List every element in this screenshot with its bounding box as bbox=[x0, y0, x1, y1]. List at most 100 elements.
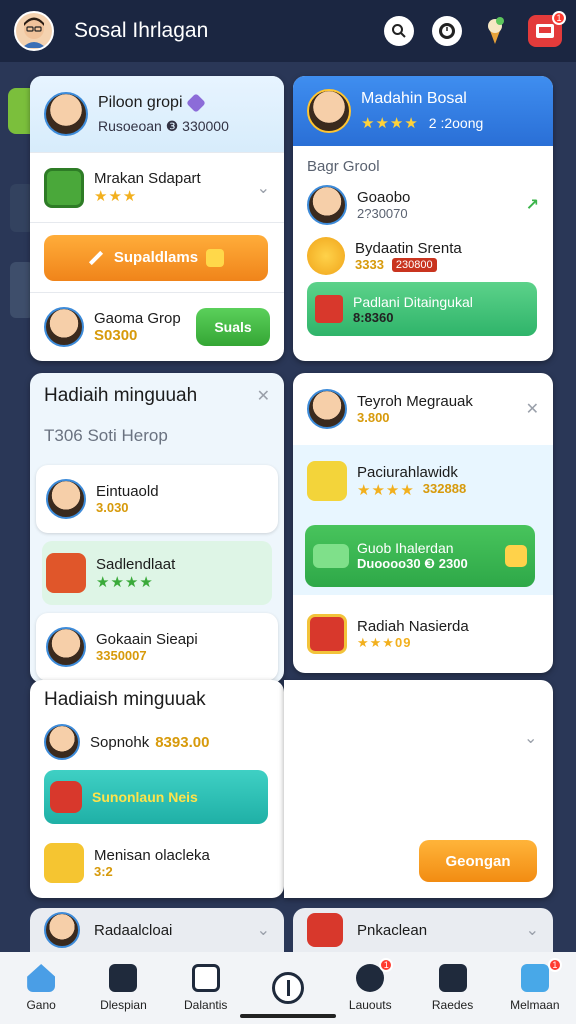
member-avatar bbox=[46, 627, 86, 667]
group-subtitle: Rusoeoan ❸ 330000 bbox=[98, 117, 229, 134]
close-icon[interactable]: ✕ bbox=[526, 399, 539, 419]
promo-wrap: Sunonlaun Neis bbox=[30, 764, 284, 830]
item-title: Sopnohk bbox=[90, 733, 150, 751]
item-title: Radaalcloai bbox=[94, 921, 173, 939]
promo-wrap: Padlani Ditaingukal 8:8360 bbox=[293, 282, 553, 336]
trend-up-icon: ↗ bbox=[525, 197, 539, 214]
section-header: Bagr Grool bbox=[293, 146, 553, 180]
list-item[interactable]: Teyroh Megrauak 3.800 ✕ bbox=[293, 373, 553, 445]
nav-item-home[interactable]: Gano bbox=[0, 964, 82, 1012]
inbox-icon bbox=[536, 24, 554, 38]
close-icon[interactable]: ✕ bbox=[257, 386, 270, 406]
weekly-subtitle-row: T306 Soti Herop bbox=[30, 419, 284, 453]
promo-value: Duoooo30 ❸ 2300 bbox=[357, 556, 468, 571]
list-item[interactable]: Sopnohk 8393.00 bbox=[30, 720, 284, 764]
primary-button[interactable]: Supaldlams bbox=[44, 234, 268, 281]
user-avatar[interactable] bbox=[14, 11, 54, 51]
member-avatar bbox=[44, 912, 80, 948]
gift-box-icon bbox=[307, 913, 343, 947]
member-avatar bbox=[307, 389, 347, 429]
nav-item-menu[interactable]: 1 Melmaan bbox=[494, 958, 576, 1012]
search-icon bbox=[392, 24, 406, 38]
peek-card[interactable]: Radaalcloai ⌄ bbox=[30, 908, 284, 952]
home-indicator bbox=[240, 1014, 336, 1018]
nav-item-rewards[interactable]: Raedes bbox=[412, 964, 494, 1012]
list-item[interactable]: Menisan olacleka 3:2 bbox=[30, 830, 284, 896]
confirm-button[interactable]: Geongan bbox=[419, 840, 537, 882]
item-title: Eintuaold bbox=[96, 483, 159, 500]
item-value: 3333 bbox=[355, 257, 384, 272]
promo-banner[interactable]: Sunonlaun Neis bbox=[44, 770, 268, 824]
item-title: Pnkaclean bbox=[357, 921, 428, 939]
weekly-title: Hadiaih minguuah bbox=[44, 385, 198, 406]
item-title: Bydaatin Srenta bbox=[355, 240, 462, 257]
weekly-item[interactable]: Eintuaold 3.030 bbox=[36, 465, 278, 533]
list-item[interactable]: Mrakan Sdapart ★★★ ⌄ bbox=[30, 152, 284, 222]
notifications-button[interactable]: 1 bbox=[528, 11, 566, 47]
promo-banner[interactable]: Padlani Ditaingukal 8:8360 bbox=[307, 282, 537, 336]
weekly-card-header: Hadiaish minguuak bbox=[30, 680, 284, 720]
cash-icon bbox=[313, 544, 349, 568]
nav-item-explore[interactable]: Dlespian bbox=[82, 964, 164, 1012]
list-item[interactable]: Radiah Nasierda ★★★09 bbox=[293, 595, 553, 673]
nav-item-games[interactable]: Dalantis bbox=[165, 964, 247, 1012]
item-value: 3:2 bbox=[94, 864, 113, 879]
member-avatar bbox=[44, 724, 80, 760]
list-item[interactable]: Paciurahlawidk ★★★★ 332888 bbox=[293, 445, 553, 517]
group-title: Piloon gropi bbox=[98, 93, 183, 111]
nav-label: Dlespian bbox=[100, 998, 147, 1012]
chevron-down-icon[interactable]: ⌄ bbox=[526, 920, 539, 940]
item-title: Gokaain Sieapi bbox=[96, 631, 198, 648]
gold-box-icon bbox=[44, 843, 84, 883]
chevron-down-icon[interactable]: ⌄ bbox=[257, 920, 270, 940]
item-value: 332888 bbox=[422, 480, 467, 496]
list-item[interactable]: Bydaatin Srenta 3333 230800 bbox=[293, 230, 553, 282]
item-title: Goaobo bbox=[357, 189, 411, 206]
weekly-item[interactable]: Sadlendlaat ★★★★ bbox=[42, 541, 272, 605]
weekly-card: Hadiaih minguuah ✕ T306 Soti Herop Eintu… bbox=[30, 373, 284, 683]
search-button[interactable] bbox=[384, 16, 414, 46]
member-avatar bbox=[46, 479, 86, 519]
item-value: 3350007 bbox=[96, 648, 147, 663]
coin-icon bbox=[505, 545, 527, 567]
avatar-icon bbox=[520, 964, 549, 992]
weekly-card-header: Hadiaih minguuah ✕ bbox=[30, 373, 284, 419]
promo-banner[interactable]: Guob Ihalerdan Duoooo30 ❸ 2300 bbox=[305, 525, 535, 587]
section-title: Bagr Grool bbox=[307, 158, 380, 175]
featured-card-header: Madahin Bosal ★★★★ 2 :2oong bbox=[293, 76, 553, 146]
chevron-down-icon[interactable]: ⌄ bbox=[257, 178, 270, 198]
notification-badge: 1 bbox=[552, 11, 566, 25]
clock-button[interactable] bbox=[432, 16, 462, 46]
group-card-header: Piloon gropi Rusoeoan ❸ 330000 bbox=[30, 76, 284, 152]
featured-card: Madahin Bosal ★★★★ 2 :2oong Bagr Grool G… bbox=[293, 76, 553, 361]
item-title: Mrakan Sdapart bbox=[94, 170, 201, 187]
item-value: 3.030 bbox=[96, 500, 129, 515]
join-button[interactable]: Suals bbox=[196, 307, 270, 346]
pencil-icon bbox=[88, 250, 103, 265]
nav-item-layouts[interactable]: 1 Lauouts bbox=[329, 958, 411, 1012]
item-value: 8393.00 bbox=[155, 733, 210, 751]
home-icon bbox=[27, 964, 56, 992]
chevron-down-icon[interactable]: ⌄ bbox=[524, 728, 537, 748]
dice-icon bbox=[191, 964, 220, 992]
nav-item-center[interactable] bbox=[247, 972, 329, 1004]
coin-icon bbox=[307, 237, 345, 275]
member-avatar bbox=[44, 306, 84, 347]
weekly-title: Hadiaish minguuak bbox=[44, 689, 206, 710]
item-value: 2?30070 bbox=[357, 206, 408, 221]
reward-button[interactable] bbox=[480, 16, 510, 46]
promo-title: Padlani Ditaingukal bbox=[353, 293, 473, 310]
peek-card[interactable]: Pnkaclean ⌄ bbox=[293, 908, 553, 952]
list-item[interactable]: Gaoma Grop S0300 Suals bbox=[30, 292, 284, 360]
button-row: Supaldlams bbox=[30, 222, 284, 292]
app-title: Sosal Ihrlagan bbox=[74, 19, 209, 42]
member-avatar bbox=[307, 185, 347, 225]
list-item[interactable]: Goaobo 2?30070 ↗ bbox=[293, 180, 553, 230]
gift-box-icon bbox=[50, 781, 82, 813]
primary-button-label: Supaldlams bbox=[113, 249, 199, 266]
gift-box-icon bbox=[44, 167, 84, 208]
weekly-item[interactable]: Gokaain Sieapi 3350007 bbox=[36, 613, 278, 681]
item-title: Gaoma Grop bbox=[94, 309, 181, 327]
featured-stars: ★★★★ bbox=[361, 115, 419, 132]
clock-icon bbox=[439, 23, 455, 39]
